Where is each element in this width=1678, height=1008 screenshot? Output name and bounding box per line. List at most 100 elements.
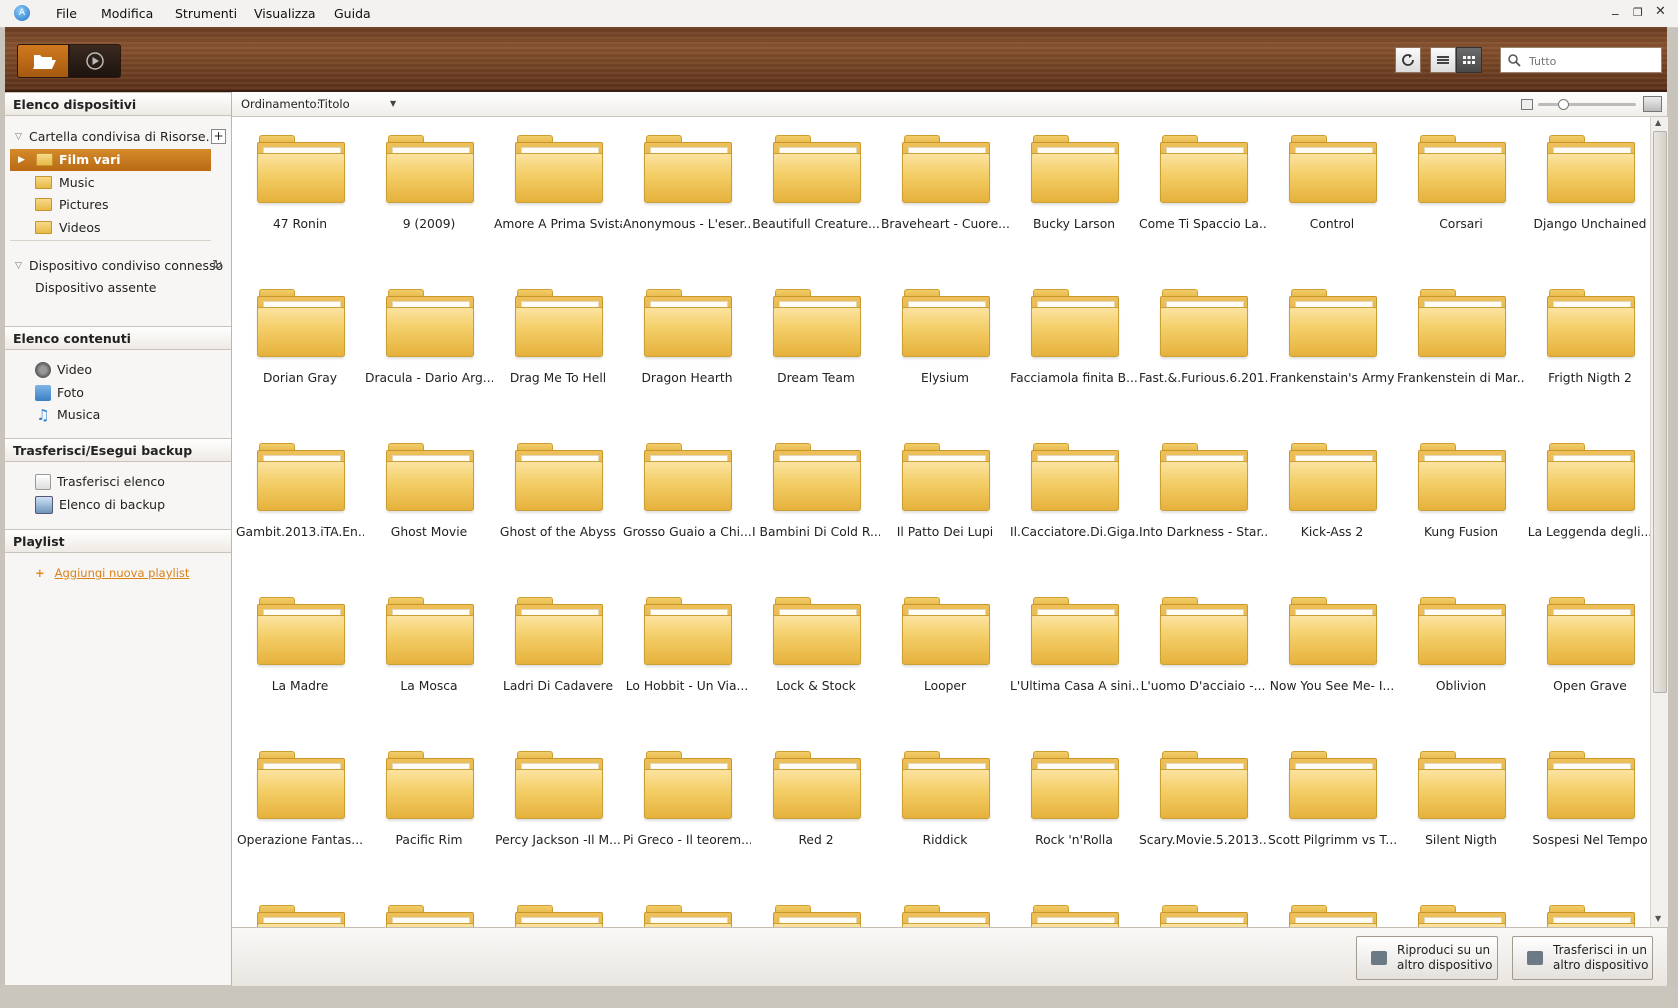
content-musica[interactable]: ♫ Musica [35,404,100,426]
expand-triangle-icon[interactable]: ▽ [15,126,22,148]
folder-item[interactable]: Looper [881,579,1009,719]
folder-item[interactable]: La Mosca [365,579,493,719]
folder-item[interactable]: Pi Greco - Il teorem... [623,733,751,873]
folder-item[interactable]: Braveheart - Cuore... [881,117,1009,257]
grid-view-button[interactable] [1456,47,1482,73]
folder-item[interactable]: La Madre [236,579,364,719]
folder-item[interactable]: La Leggenda degli... [1526,425,1650,565]
folder-item[interactable]: Drag Me To Hell [494,271,622,411]
folder-item[interactable]: Lock & Stock [752,579,880,719]
folder-item[interactable]: Frigth Nigth 2 [1526,271,1650,411]
folder-item[interactable]: Sospesi Nel Tempo [1526,733,1650,873]
folder-item[interactable]: Il Patto Dei Lupi [881,425,1009,565]
folder-item[interactable]: L'uomo D'acciaio -... [1139,579,1267,719]
transfer-to-other-device-button[interactable]: Trasferisci in un altro dispositivo [1512,936,1653,980]
sort-dropdown[interactable]: Titolo ▼ [318,92,408,116]
folder-item[interactable]: Control [1268,117,1396,257]
folder-item[interactable]: I Bambini Di Cold R... [752,425,880,565]
folder-item[interactable]: Facciamola finita B... [1010,271,1138,411]
add-folder-button[interactable]: + [211,129,226,144]
folder-view-button[interactable] [17,44,69,78]
folder-item[interactable]: Scary.Movie.5.2013.... [1139,733,1267,873]
expand-triangle-icon[interactable]: ▽ [15,255,22,277]
search-box[interactable] [1500,47,1662,73]
folder-item[interactable]: Come Ti Spaccio La... [1139,117,1267,257]
add-playlist-label[interactable]: Aggiungi nuova playlist [55,566,190,580]
folder-item[interactable] [1397,887,1525,927]
folder-item[interactable]: Elysium [881,271,1009,411]
folder-item[interactable]: Bucky Larson [1010,117,1138,257]
folder-item[interactable]: Frankenstein di Mar... [1397,271,1525,411]
folder-item[interactable]: Into Darkness - Star... [1139,425,1267,565]
search-input[interactable] [1527,51,1659,71]
folder-item[interactable]: Fast.&.Furious.6.201... [1139,271,1267,411]
vertical-scrollbar[interactable]: ▲ ▼ [1650,117,1668,927]
folder-item[interactable]: Ladri Di Cadavere [494,579,622,719]
zoom-slider-handle[interactable] [1558,99,1569,110]
list-view-button[interactable] [1430,47,1456,73]
folder-item[interactable] [1010,887,1138,927]
folder-item[interactable]: Red 2 [752,733,880,873]
add-playlist-link[interactable]: + Aggiungi nuova playlist [35,562,189,584]
close-icon[interactable]: ✕ [1655,4,1666,19]
folder-item[interactable]: Corsari [1397,117,1525,257]
connected-device-row[interactable]: ▽ Dispositivo condiviso connesso ↻ [5,255,231,277]
sidebar-folder-pictures[interactable]: Pictures [5,194,231,216]
folder-item[interactable] [1526,887,1650,927]
folder-item[interactable]: Oblivion [1397,579,1525,719]
shared-folder-row[interactable]: ▽ Cartella condivisa di Risorse... + [5,126,231,148]
play-on-other-device-button[interactable]: Riproduci su un altro dispositivo [1356,936,1498,980]
scroll-up-icon[interactable]: ▲ [1655,118,1661,127]
sidebar-folder-film-vari[interactable]: ▶ Film vari [10,149,211,171]
content-foto[interactable]: Foto [35,382,84,404]
menu-modifica[interactable]: Modifica [101,6,153,21]
folder-item[interactable]: Operazione Fantas... [236,733,364,873]
folder-item[interactable] [881,887,1009,927]
collapsed-triangle-icon[interactable]: ▶ [18,149,25,171]
folder-item[interactable] [1268,887,1396,927]
folder-item[interactable]: 9 (2009) [365,117,493,257]
folder-item[interactable] [236,887,364,927]
folder-item[interactable]: Silent Nigth [1397,733,1525,873]
folder-item[interactable] [365,887,493,927]
folder-item[interactable]: Dracula - Dario Arg... [365,271,493,411]
zoom-slider[interactable] [1538,99,1636,110]
transfer-list-item[interactable]: Trasferisci elenco [35,471,165,493]
restore-icon[interactable]: ❐ [1633,6,1643,19]
folder-item[interactable]: Kick-Ass 2 [1268,425,1396,565]
folder-item[interactable]: Beautifull Creature... [752,117,880,257]
folder-item[interactable]: Rock 'n'Rolla [1010,733,1138,873]
folder-item[interactable]: Now You See Me- I... [1268,579,1396,719]
folder-item[interactable]: Il.Cacciatore.Di.Giga... [1010,425,1138,565]
folder-item[interactable]: Gambit.2013.iTA.En... [236,425,364,565]
folder-item[interactable]: Django Unchained [1526,117,1650,257]
sidebar-folder-videos[interactable]: Videos [5,217,231,239]
folder-item[interactable]: Ghost of the Abyss [494,425,622,565]
folder-item[interactable]: Grosso Guaio a Chi... [623,425,751,565]
sidebar-folder-music[interactable]: Music [5,172,231,194]
folder-item[interactable] [623,887,751,927]
folder-item[interactable]: Lo Hobbit - Un Via... [623,579,751,719]
menu-strumenti[interactable]: Strumenti [175,6,237,21]
folder-item[interactable]: Ghost Movie [365,425,493,565]
large-thumbnail-icon[interactable] [1643,96,1662,112]
folder-item[interactable] [1139,887,1267,927]
backup-list-item[interactable]: Elenco di backup [35,494,165,516]
folder-item[interactable]: Dream Team [752,271,880,411]
menu-file[interactable]: File [56,6,77,21]
menu-visualizza[interactable]: Visualizza [254,6,316,21]
folder-item[interactable]: Riddick [881,733,1009,873]
folder-item[interactable]: 47 Ronin [236,117,364,257]
refresh-button[interactable] [1395,47,1421,73]
folder-item[interactable]: Dragon Hearth [623,271,751,411]
folder-item[interactable]: L'Ultima Casa A sini... [1010,579,1138,719]
player-view-button[interactable] [69,44,121,78]
folder-item[interactable] [752,887,880,927]
folder-item[interactable]: Open Grave [1526,579,1650,719]
folder-item[interactable] [494,887,622,927]
menu-guida[interactable]: Guida [334,6,371,21]
small-thumbnail-icon[interactable] [1521,99,1533,110]
folder-item[interactable]: Scott Pilgrimm vs T... [1268,733,1396,873]
folder-item[interactable]: Kung Fusion [1397,425,1525,565]
folder-item[interactable]: Dorian Gray [236,271,364,411]
